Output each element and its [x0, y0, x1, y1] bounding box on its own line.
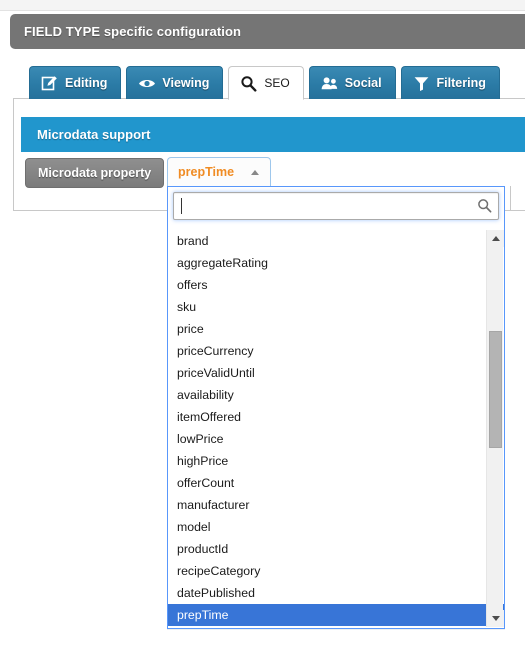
dropdown-option[interactable]: productId — [168, 538, 504, 560]
dropdown-option[interactable]: price — [168, 318, 504, 340]
triangle-down-icon — [491, 616, 500, 621]
dropdown-option[interactable]: highPrice — [168, 450, 504, 472]
page-title: FIELD TYPE specific configuration — [24, 24, 242, 39]
text-cursor — [181, 198, 182, 214]
microdata-property-dropdown-panel: brand aggregateRating offers sku price priceC… — [167, 186, 505, 629]
dropdown-option[interactable]: offers — [168, 274, 504, 296]
dropdown-option-list[interactable]: brand aggregateRating offers sku price priceC… — [168, 230, 504, 628]
dropdown-option[interactable]: offerCount — [168, 472, 504, 494]
dropdown-option[interactable]: availability — [168, 384, 504, 406]
scroll-up-arrow[interactable] — [487, 230, 504, 247]
funnel-icon — [413, 75, 430, 92]
tab-social[interactable]: Social — [308, 66, 396, 99]
top-strip — [0, 0, 525, 11]
scrollbar-thumb[interactable] — [489, 331, 502, 448]
tab-label: Editing — [65, 76, 108, 90]
dropdown-option[interactable]: recipeCategory — [168, 560, 504, 582]
tab-filtering[interactable]: Filtering — [400, 66, 500, 99]
tab-label: Filtering — [436, 76, 486, 90]
panel-divider — [510, 186, 511, 211]
eye-icon — [138, 75, 156, 92]
dropdown-option[interactable]: sku — [168, 296, 504, 318]
tab-label: Viewing — [162, 76, 210, 90]
dropdown-search-wrapper — [173, 192, 499, 220]
triangle-up-icon — [491, 236, 500, 241]
microdata-support-banner: Microdata support — [21, 117, 525, 152]
edit-icon — [41, 75, 58, 92]
dropdown-scrollbar[interactable] — [486, 230, 504, 627]
microdata-property-dropdown-trigger[interactable]: prepTime — [167, 157, 271, 186]
dropdown-option[interactable]: manufacturer — [168, 494, 504, 516]
search-icon — [240, 75, 257, 92]
tab-label: Social — [344, 76, 382, 90]
scroll-down-arrow[interactable] — [487, 610, 504, 627]
tab-bar: Editing Viewing SEO Social Filtering — [29, 66, 500, 100]
dropdown-option[interactable]: itemOffered — [168, 406, 504, 428]
dropdown-search-input[interactable] — [173, 192, 499, 220]
section-title: Microdata support — [37, 127, 151, 142]
tab-seo[interactable]: SEO — [228, 66, 304, 100]
tab-editing[interactable]: Editing — [29, 66, 122, 99]
people-icon — [321, 75, 338, 92]
dropdown-option[interactable]: priceCurrency — [168, 340, 504, 362]
dropdown-option[interactable]: aggregateRating — [168, 252, 504, 274]
dropdown-option[interactable]: model — [168, 516, 504, 538]
dropdown-option[interactable]: prepTime — [168, 604, 504, 626]
dropdown-option[interactable]: priceValidUntil — [168, 362, 504, 384]
tab-label: SEO — [264, 76, 290, 90]
dropdown-option[interactable]: brand — [168, 230, 504, 252]
microdata-property-button[interactable]: Microdata property — [25, 158, 165, 188]
app-root: FIELD TYPE specific configuration Editin… — [0, 0, 525, 661]
dropdown-option[interactable]: lowPrice — [168, 428, 504, 450]
dropdown-selected-value: prepTime — [178, 165, 235, 179]
dropdown-option[interactable]: datePublished — [168, 582, 504, 604]
chevron-up-icon — [251, 169, 259, 175]
panel-header: FIELD TYPE specific configuration — [10, 14, 525, 49]
tab-viewing[interactable]: Viewing — [126, 66, 224, 99]
